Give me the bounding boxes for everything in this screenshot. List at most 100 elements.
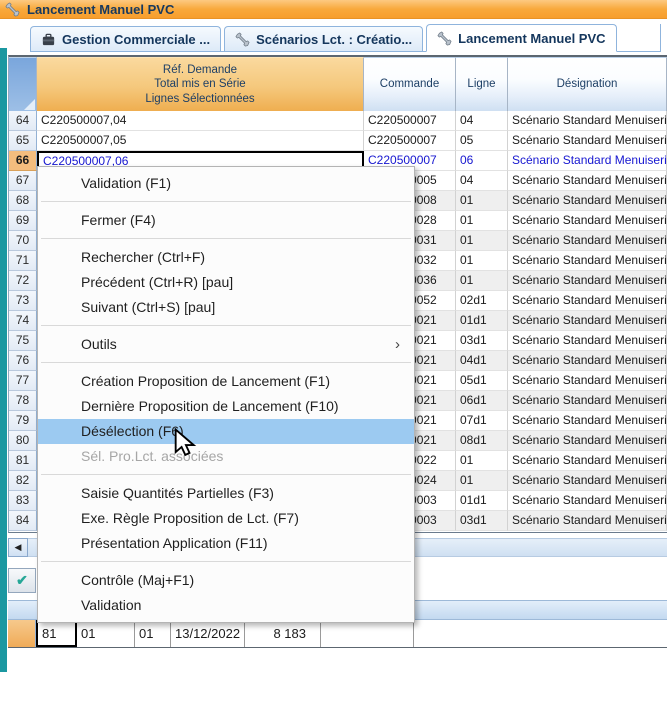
designation-cell[interactable]: Scénario Standard Menuiserie xyxy=(508,471,667,491)
ligne-cell[interactable]: 05 xyxy=(456,131,508,151)
validate-button[interactable]: ✔ xyxy=(8,568,36,593)
menu-item-controle-maj-f1[interactable]: Contrôle (Maj+F1) xyxy=(38,568,414,593)
designation-cell[interactable]: Scénario Standard Menuiserie xyxy=(508,131,667,151)
column-header-designation[interactable]: Désignation xyxy=(508,57,667,111)
designation-cell[interactable]: Scénario Standard Menuiserie xyxy=(508,231,667,251)
row-number-cell[interactable]: 73 xyxy=(9,291,37,311)
ligne-cell[interactable]: 06 xyxy=(456,151,508,171)
tab-scenarios-lct-creatio[interactable]: Scénarios Lct. : Créatio... xyxy=(224,26,423,51)
wrench-icon xyxy=(235,32,250,47)
row-number-cell[interactable]: 80 xyxy=(9,431,37,451)
designation-cell[interactable]: Scénario Standard Menuiserie xyxy=(508,511,667,531)
menu-item-presentation-application-f11[interactable]: Présentation Application (F11) xyxy=(38,531,414,556)
designation-cell[interactable]: Scénario Standard Menuiserie xyxy=(508,411,667,431)
row-number-cell[interactable]: 82 xyxy=(9,471,37,491)
summary-cell[interactable] xyxy=(321,620,414,647)
ligne-cell[interactable]: 01 xyxy=(456,451,508,471)
row-number-cell[interactable]: 69 xyxy=(9,211,37,231)
menu-item-suivant-ctrl-s-pau[interactable]: Suivant (Ctrl+S) [pau] xyxy=(38,295,414,320)
ligne-cell[interactable]: 03d1 xyxy=(456,331,508,351)
designation-cell[interactable]: Scénario Standard Menuiserie xyxy=(508,331,667,351)
table-row[interactable]: 65C220500007,05C22050000705Scénario Stan… xyxy=(9,131,667,151)
menu-item-precedent-ctrl-r-pau[interactable]: Précédent (Ctrl+R) [pau] xyxy=(38,270,414,295)
row-number-cell[interactable]: 65 xyxy=(9,131,37,151)
menu-item-validation[interactable]: Validation xyxy=(38,593,414,618)
ref-demande-cell[interactable]: C220500007,04 xyxy=(37,111,364,131)
menu-item-creation-proposition-de-lancement-f1[interactable]: Création Proposition de Lancement (F1) xyxy=(38,369,414,394)
commande-cell[interactable]: C220500007 xyxy=(364,111,456,131)
ligne-cell[interactable]: 04 xyxy=(456,111,508,131)
table-row[interactable]: 64C220500007,04C22050000704Scénario Stan… xyxy=(9,111,667,131)
tab-lancement-manuel-pvc[interactable]: Lancement Manuel PVC xyxy=(426,24,616,52)
row-number-cell[interactable]: 70 xyxy=(9,231,37,251)
designation-cell[interactable]: Scénario Standard Menuiserie xyxy=(508,251,667,271)
designation-cell[interactable]: Scénario Standard Menuiserie xyxy=(508,271,667,291)
ligne-cell[interactable]: 01d1 xyxy=(456,311,508,331)
ligne-cell[interactable]: 01 xyxy=(456,471,508,491)
menu-item-saisie-quantites-partielles-f3[interactable]: Saisie Quantités Partielles (F3) xyxy=(38,481,414,506)
ligne-cell[interactable]: 08d1 xyxy=(456,431,508,451)
row-number-cell[interactable]: 81 xyxy=(9,451,37,471)
menu-item-fermer-f4[interactable]: Fermer (F4) xyxy=(38,208,414,233)
summary-cell[interactable]: 01 xyxy=(135,620,171,647)
summary-cell[interactable]: 13/12/2022 xyxy=(171,620,245,647)
row-number-cell[interactable]: 71 xyxy=(9,251,37,271)
menu-item-deselection-f6[interactable]: Désélection (F6) xyxy=(38,419,414,444)
designation-cell[interactable]: Scénario Standard Menuiserie xyxy=(508,451,667,471)
row-number-cell[interactable]: 72 xyxy=(9,271,37,291)
menu-item-exe-regle-proposition-de-lct-f7[interactable]: Exe. Règle Proposition de Lct. (F7) xyxy=(38,506,414,531)
designation-cell[interactable]: Scénario Standard Menuiserie xyxy=(508,391,667,411)
row-number-cell[interactable]: 67 xyxy=(9,171,37,191)
summary-cell[interactable]: 8 183 xyxy=(245,620,321,647)
row-number-cell[interactable]: 66 xyxy=(9,151,37,171)
designation-cell[interactable]: Scénario Standard Menuiserie xyxy=(508,291,667,311)
row-number-cell[interactable]: 68 xyxy=(9,191,37,211)
ligne-cell[interactable]: 01 xyxy=(456,211,508,231)
row-number-cell[interactable]: 78 xyxy=(9,391,37,411)
ligne-cell[interactable]: 04d1 xyxy=(456,351,508,371)
ligne-cell[interactable]: 02d1 xyxy=(456,291,508,311)
ligne-cell[interactable]: 01 xyxy=(456,251,508,271)
ligne-cell[interactable]: 06d1 xyxy=(456,391,508,411)
commande-cell[interactable]: C220500007 xyxy=(364,131,456,151)
row-number-cell[interactable]: 75 xyxy=(9,331,37,351)
designation-cell[interactable]: Scénario Standard Menuiserie xyxy=(508,351,667,371)
ligne-cell[interactable]: 01 xyxy=(456,271,508,291)
summary-cell[interactable]: 81 xyxy=(36,620,77,647)
row-number-cell[interactable]: 79 xyxy=(9,411,37,431)
designation-cell[interactable]: Scénario Standard Menuiserie xyxy=(508,431,667,451)
ligne-cell[interactable]: 01d1 xyxy=(456,491,508,511)
ligne-cell[interactable]: 03d1 xyxy=(456,511,508,531)
designation-cell[interactable]: Scénario Standard Menuiserie xyxy=(508,311,667,331)
row-number-cell[interactable]: 84 xyxy=(9,511,37,531)
ligne-cell[interactable]: 01 xyxy=(456,191,508,211)
tab-gestion-commerciale[interactable]: Gestion Commerciale ... xyxy=(30,26,221,51)
ligne-cell[interactable]: 04 xyxy=(456,171,508,191)
table-corner-cell[interactable] xyxy=(9,57,37,111)
designation-cell[interactable]: Scénario Standard Menuiserie xyxy=(508,171,667,191)
designation-cell[interactable]: Scénario Standard Menuiserie xyxy=(508,211,667,231)
summary-cell[interactable]: 01 xyxy=(77,620,135,647)
designation-cell[interactable]: Scénario Standard Menuiserie xyxy=(508,191,667,211)
menu-item-rechercher-ctrl-f[interactable]: Rechercher (Ctrl+F) xyxy=(38,245,414,270)
scroll-left-button[interactable]: ◀ xyxy=(8,538,28,557)
menu-item-derniere-proposition-de-lancement-f10[interactable]: Dernière Proposition de Lancement (F10) xyxy=(38,394,414,419)
designation-cell[interactable]: Scénario Standard Menuiserie xyxy=(508,371,667,391)
row-number-cell[interactable]: 64 xyxy=(9,111,37,131)
row-number-cell[interactable]: 77 xyxy=(9,371,37,391)
ligne-cell[interactable]: 01 xyxy=(456,231,508,251)
row-number-cell[interactable]: 74 xyxy=(9,311,37,331)
column-header-commande[interactable]: Commande xyxy=(364,57,456,111)
column-header-ligne[interactable]: Ligne xyxy=(456,57,508,111)
column-header-ref-demande[interactable]: Réf. Demande Total mis en Série Lignes S… xyxy=(37,57,364,111)
ref-demande-cell[interactable]: C220500007,05 xyxy=(37,131,364,151)
designation-cell[interactable]: Scénario Standard Menuiserie xyxy=(508,491,667,511)
menu-item-outils[interactable]: Outils› xyxy=(38,332,414,357)
menu-item-validation-f1[interactable]: Validation (F1) xyxy=(38,171,414,196)
ligne-cell[interactable]: 05d1 xyxy=(456,371,508,391)
row-number-cell[interactable]: 76 xyxy=(9,351,37,371)
designation-cell[interactable]: Scénario Standard Menuiserie xyxy=(508,151,667,171)
ligne-cell[interactable]: 07d1 xyxy=(456,411,508,431)
designation-cell[interactable]: Scénario Standard Menuiserie xyxy=(508,111,667,131)
row-number-cell[interactable]: 83 xyxy=(9,491,37,511)
